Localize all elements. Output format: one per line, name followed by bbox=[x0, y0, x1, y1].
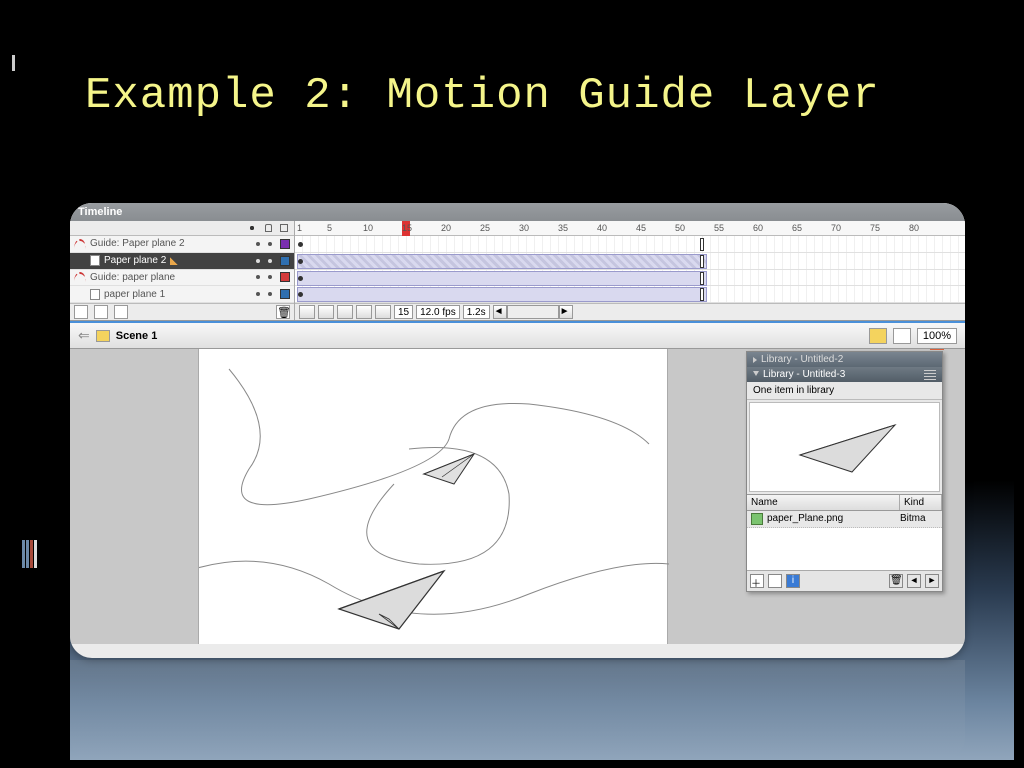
layer-swatch bbox=[280, 239, 290, 249]
outline-icon[interactable] bbox=[280, 224, 288, 232]
library-footer: ＋ i 🗑 ◄ ► bbox=[747, 570, 942, 591]
scroll-right-icon[interactable]: ► bbox=[925, 574, 939, 588]
layer-paper-plane-1[interactable]: paper plane 1 bbox=[70, 286, 294, 303]
stage-area: x Library - Untitled-2 Library - Untitle… bbox=[70, 349, 965, 644]
eye-icon[interactable] bbox=[247, 223, 257, 233]
edit-scene-button[interactable] bbox=[869, 328, 887, 344]
frames-footer: 15 12.0 fps 1.2s ◄► bbox=[295, 303, 965, 320]
center-frame-button[interactable] bbox=[299, 305, 315, 319]
zoom-field[interactable]: 100% bbox=[917, 328, 957, 344]
chevron-down-icon bbox=[753, 371, 759, 379]
library-list: Name Kind paper_Plane.png Bitma bbox=[747, 494, 942, 570]
library-tab-label: Library - Untitled-3 bbox=[763, 369, 845, 380]
flash-app-window: Timeline Guide: Paper plane 2 Paper p bbox=[70, 203, 965, 658]
layer-guide-paper-plane-2[interactable]: Guide: Paper plane 2 bbox=[70, 236, 294, 253]
chevron-right-icon bbox=[753, 357, 757, 363]
frames-scrollbar[interactable]: ◄► bbox=[493, 305, 573, 319]
timeline-title[interactable]: Timeline bbox=[70, 203, 965, 221]
new-folder-button[interactable] bbox=[768, 574, 782, 588]
fps-field: 12.0 fps bbox=[416, 305, 460, 319]
guide-layer-icon bbox=[74, 239, 86, 249]
layer-guide-paper-plane[interactable]: Guide: paper plane bbox=[70, 270, 294, 287]
layer-swatch bbox=[280, 256, 290, 266]
slide-accent-top bbox=[12, 55, 30, 71]
new-symbol-button[interactable]: ＋ bbox=[750, 574, 764, 588]
onion-skin-button[interactable] bbox=[318, 305, 334, 319]
library-item-kind: Bitma bbox=[900, 513, 938, 525]
new-folder-button[interactable] bbox=[114, 305, 128, 319]
close-icon[interactable]: x bbox=[930, 349, 944, 350]
normal-layer-icon bbox=[90, 255, 100, 266]
stage-canvas[interactable] bbox=[198, 349, 668, 644]
frames-area: 15 1015 2025 3035 4045 5055 6065 7075 80 bbox=[295, 221, 965, 320]
column-kind[interactable]: Kind bbox=[900, 495, 942, 510]
library-tab-untitled-2[interactable]: Library - Untitled-2 bbox=[747, 352, 942, 367]
onion-skin-outlines-button[interactable] bbox=[337, 305, 353, 319]
layer-swatch bbox=[280, 289, 290, 299]
library-tab-untitled-3[interactable]: Library - Untitled-3 bbox=[747, 367, 942, 382]
column-name[interactable]: Name bbox=[747, 495, 900, 510]
layer-swatch bbox=[280, 272, 290, 282]
layers-header-icons bbox=[70, 221, 294, 236]
guide-paths bbox=[199, 349, 669, 644]
scene-name[interactable]: Scene 1 bbox=[116, 330, 158, 342]
timeline-panel: Timeline Guide: Paper plane 2 Paper p bbox=[70, 203, 965, 321]
elapsed-field: 1.2s bbox=[463, 305, 490, 319]
current-frame-field: 15 bbox=[394, 305, 413, 319]
library-status: One item in library bbox=[747, 382, 942, 400]
edit-symbols-button[interactable] bbox=[893, 328, 911, 344]
properties-button[interactable]: i bbox=[786, 574, 800, 588]
guide-layer-icon bbox=[74, 272, 86, 282]
modify-onion-markers-button[interactable] bbox=[375, 305, 391, 319]
new-guide-button[interactable] bbox=[94, 305, 108, 319]
library-item[interactable]: paper_Plane.png Bitma bbox=[747, 511, 942, 528]
bitmap-icon bbox=[751, 513, 763, 525]
delete-layer-button[interactable]: 🗑 bbox=[276, 305, 290, 319]
slide-reflection bbox=[70, 660, 965, 760]
layer-paper-plane-2[interactable]: Paper plane 2 bbox=[70, 253, 294, 270]
library-columns-header[interactable]: Name Kind bbox=[747, 495, 942, 511]
library-item-name: paper_Plane.png bbox=[767, 513, 900, 525]
timeline-ruler[interactable]: 15 1015 2025 3035 4045 5055 6065 7075 80 bbox=[295, 221, 965, 236]
frame-row-paper-plane-2[interactable] bbox=[295, 253, 965, 270]
normal-layer-icon bbox=[90, 289, 100, 300]
layers-footer: 🗑 bbox=[70, 303, 294, 320]
slide-accent-mid bbox=[22, 540, 38, 571]
layer-label: Guide: Paper plane 2 bbox=[90, 238, 185, 249]
layer-label: Paper plane 2 bbox=[104, 255, 166, 266]
layer-label: Guide: paper plane bbox=[90, 272, 175, 283]
pencil-icon bbox=[170, 257, 178, 265]
back-button[interactable]: ⇐ bbox=[78, 327, 90, 344]
frame-row-guide-2[interactable] bbox=[295, 236, 965, 253]
layers-column: Guide: Paper plane 2 Paper plane 2 Guide… bbox=[70, 221, 295, 320]
scroll-left-icon[interactable]: ◄ bbox=[907, 574, 921, 588]
delete-button[interactable]: 🗑 bbox=[889, 574, 903, 588]
scene-icon bbox=[96, 330, 110, 342]
library-panel[interactable]: x Library - Untitled-2 Library - Untitle… bbox=[746, 351, 943, 592]
edit-bar: ⇐ Scene 1 100% bbox=[70, 323, 965, 349]
library-tab-label: Library - Untitled-2 bbox=[761, 354, 843, 365]
new-layer-button[interactable] bbox=[74, 305, 88, 319]
library-empty-area bbox=[747, 528, 942, 570]
lock-icon[interactable] bbox=[265, 224, 272, 232]
library-preview bbox=[749, 402, 940, 492]
layer-label: paper plane 1 bbox=[104, 289, 165, 300]
slide-title: Example 2: Motion Guide Layer bbox=[85, 70, 880, 122]
panel-menu-icon[interactable] bbox=[924, 370, 936, 380]
edit-multiple-frames-button[interactable] bbox=[356, 305, 372, 319]
frame-row-guide[interactable] bbox=[295, 270, 965, 287]
frame-row-paper-plane-1[interactable] bbox=[295, 286, 965, 303]
